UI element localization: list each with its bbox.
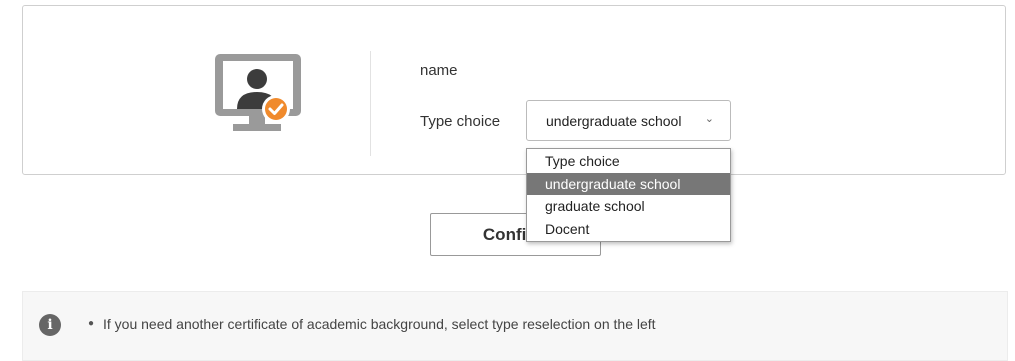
chevron-down-icon: ⌄ <box>704 113 714 125</box>
name-label: name <box>420 62 458 79</box>
bullet-dot: ● <box>88 318 95 329</box>
user-monitor-check-icon <box>215 54 301 131</box>
dropdown-option-type-choice[interactable]: Type choice <box>527 150 730 173</box>
info-icon: i <box>39 314 61 336</box>
profile-card <box>22 5 1006 175</box>
type-choice-label: Type choice <box>420 113 501 130</box>
notice-text: If you need another certificate of acade… <box>103 316 656 332</box>
notice-bar: i ● If you need another certificate of a… <box>22 291 1008 361</box>
dropdown-option-docent[interactable]: Docent <box>527 218 730 241</box>
dropdown-option-undergraduate-school[interactable]: undergraduate school <box>527 172 730 195</box>
type-choice-select[interactable]: undergraduate school ⌄ <box>526 100 731 141</box>
dropdown-option-graduate-school[interactable]: graduate school <box>527 195 730 218</box>
type-choice-value: undergraduate school <box>546 113 682 129</box>
vertical-divider <box>370 51 371 156</box>
type-choice-dropdown: Type choice undergraduate school graduat… <box>526 148 731 242</box>
